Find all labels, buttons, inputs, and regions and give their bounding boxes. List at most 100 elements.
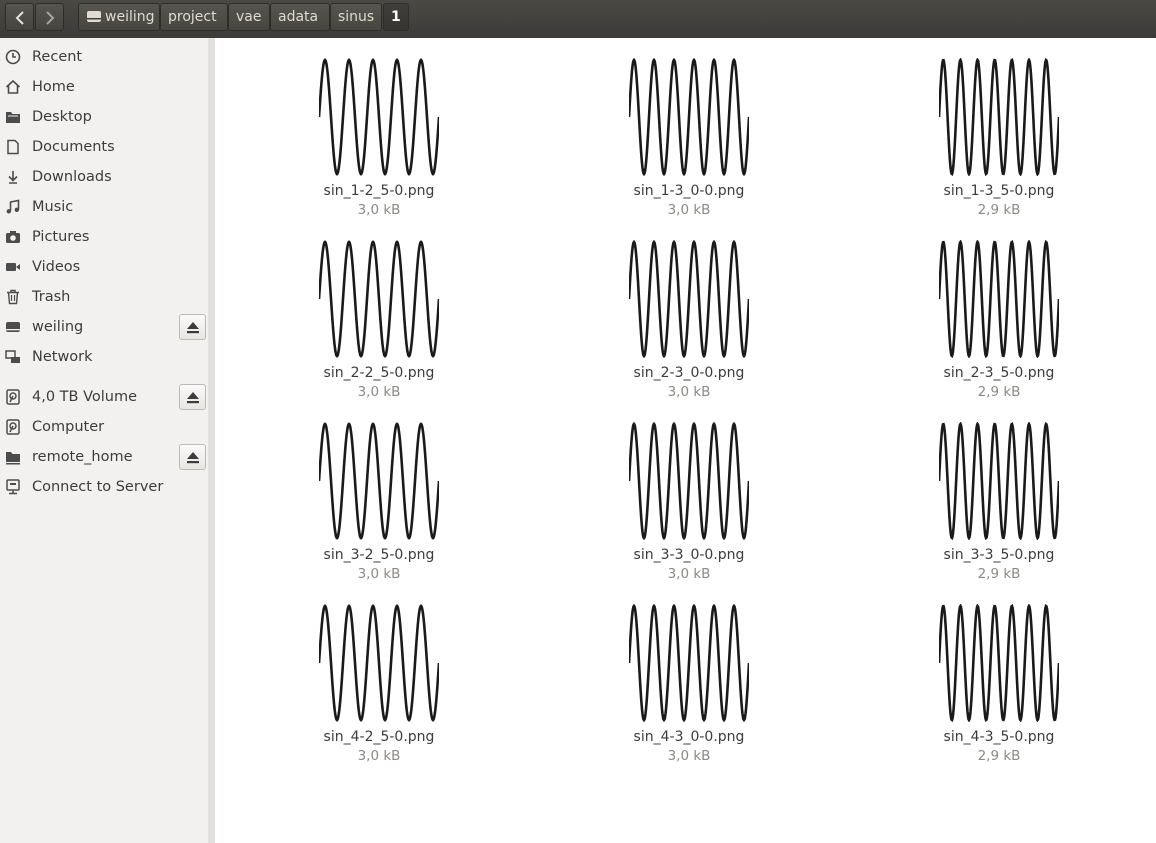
sine-wave (319, 240, 439, 358)
eject-icon (187, 322, 199, 334)
eject-button[interactable] (179, 314, 206, 340)
file-thumbnail (629, 240, 749, 358)
folder-icon (6, 452, 20, 465)
sidebar-item-network[interactable]: Network (0, 342, 208, 372)
sidebar-item-weiling[interactable]: weiling (0, 312, 208, 342)
sidebar-item-documents[interactable]: Documents (0, 132, 208, 162)
file-item[interactable]: sin_4-2_5-0.png 3,0 kB (279, 584, 479, 764)
file-size: 2,9 kB (977, 566, 1021, 582)
file-size: 3,0 kB (357, 384, 401, 400)
file-size: 2,9 kB (977, 384, 1021, 400)
sidebar-item-desktop[interactable]: Desktop (0, 102, 208, 132)
sidebar-item-home[interactable]: Home (0, 72, 208, 102)
disk-icon (6, 419, 20, 435)
forward-button[interactable] (35, 3, 64, 31)
sidebar-item-label: Home (32, 79, 75, 95)
file-name: sin_4-3_0-0.png (633, 729, 745, 745)
file-name: sin_2-3_0-0.png (633, 365, 745, 381)
sidebar-item-label: Pictures (32, 229, 90, 245)
sidebar-item-recent[interactable]: Recent (0, 42, 208, 72)
breadcrumb-project[interactable]: project (160, 3, 228, 31)
file-thumbnail (319, 604, 439, 722)
file-size: 2,9 kB (977, 748, 1021, 764)
file-item[interactable]: sin_1-2_5-0.png 3,0 kB (279, 38, 479, 218)
file-thumbnail (939, 240, 1059, 358)
file-size: 2,9 kB (977, 202, 1021, 218)
breadcrumb-weiling[interactable]: weiling (78, 3, 160, 31)
file-item[interactable]: sin_4-3_5-0.png 2,9 kB (899, 584, 1099, 764)
file-thumbnail (629, 422, 749, 540)
sidebar-item-label: weiling (32, 319, 84, 335)
sidebar-item-trash[interactable]: Trash (0, 282, 208, 312)
camera-icon (6, 231, 20, 243)
file-grid: sin_1-2_5-0.png 3,0 kB sin_1-3_0-0.png 3,0 … (215, 38, 1156, 843)
disk-icon (6, 389, 20, 405)
file-item[interactable]: sin_1-3_5-0.png 2,9 kB (899, 38, 1099, 218)
trash-icon (7, 289, 19, 305)
file-thumbnail (319, 58, 439, 176)
sidebar-item-downloads[interactable]: Downloads (0, 162, 208, 192)
sine-wave (629, 240, 749, 358)
sine-wave (939, 58, 1059, 176)
breadcrumb-adata[interactable]: adata (270, 3, 330, 31)
file-name: sin_4-3_5-0.png (943, 729, 1055, 745)
download-icon (8, 171, 18, 184)
file-item[interactable]: sin_4-3_0-0.png 3,0 kB (589, 584, 789, 764)
path-bar: weiling project vae adata sinus 1 (0, 0, 1156, 39)
drive-icon (87, 10, 101, 22)
sine-wave (319, 604, 439, 722)
music-icon (6, 199, 20, 214)
network-icon (5, 350, 20, 363)
sidebar-item-label: Recent (32, 49, 83, 65)
file-thumbnail (319, 422, 439, 540)
sidebar-item-label: Videos (32, 259, 81, 275)
places-sidebar: Recent Home Desktop Documents Downloads … (0, 38, 209, 843)
file-size: 3,0 kB (667, 384, 711, 400)
sidebar-item-computer[interactable]: Computer (0, 412, 208, 442)
file-item[interactable]: sin_3-2_5-0.png 3,0 kB (279, 402, 479, 582)
file-size: 3,0 kB (667, 748, 711, 764)
file-name: sin_3-2_5-0.png (323, 547, 435, 563)
file-item[interactable]: sin_3-3_5-0.png 2,9 kB (899, 402, 1099, 582)
sidebar-item-label: Computer (32, 419, 105, 435)
sidebar-item-pictures[interactable]: Pictures (0, 222, 208, 252)
server-icon (6, 479, 20, 495)
file-item[interactable]: sin_2-3_0-0.png 3,0 kB (589, 220, 789, 400)
file-name: sin_3-3_5-0.png (943, 547, 1055, 563)
pane-separator[interactable] (208, 38, 215, 843)
breadcrumb-sinus[interactable]: sinus (330, 3, 382, 31)
breadcrumb-vae[interactable]: vae (228, 3, 270, 31)
file-size: 3,0 kB (667, 202, 711, 218)
file-item[interactable]: sin_3-3_0-0.png 3,0 kB (589, 402, 789, 582)
folder-icon (6, 112, 20, 123)
sidebar-item-label: Downloads (32, 169, 112, 185)
sine-wave (629, 604, 749, 722)
video-icon (6, 263, 20, 271)
file-item[interactable]: sin_2-2_5-0.png 3,0 kB (279, 220, 479, 400)
sidebar-item-label: Connect to Server (32, 479, 164, 495)
sine-wave (629, 422, 749, 540)
file-item[interactable]: sin_1-3_0-0.png 3,0 kB (589, 38, 789, 218)
eject-button[interactable] (179, 384, 206, 410)
back-button[interactable] (5, 3, 34, 31)
sidebar-item-videos[interactable]: Videos (0, 252, 208, 282)
sidebar-item-volume[interactable]: 4,0 TB Volume (0, 382, 208, 412)
sine-wave (319, 422, 439, 540)
file-thumbnail (319, 240, 439, 358)
eject-button[interactable] (179, 444, 206, 470)
sidebar-item-music[interactable]: Music (0, 192, 208, 222)
sidebar-item-label: Trash (32, 289, 71, 305)
sidebar-item-label: Desktop (32, 109, 92, 125)
sidebar-item-remote-home[interactable]: remote_home (0, 442, 208, 472)
sine-wave (939, 240, 1059, 358)
sidebar-item-connect-to-server[interactable]: Connect to Server (0, 472, 208, 502)
chevron-right-icon (46, 11, 55, 25)
file-name: sin_3-3_0-0.png (633, 547, 745, 563)
breadcrumb-current[interactable]: 1 (383, 3, 409, 31)
sine-wave (939, 422, 1059, 540)
file-item[interactable]: sin_2-3_5-0.png 2,9 kB (899, 220, 1099, 400)
sine-wave (939, 604, 1059, 722)
file-name: sin_1-3_0-0.png (633, 183, 745, 199)
file-size: 3,0 kB (357, 748, 401, 764)
file-thumbnail (629, 58, 749, 176)
